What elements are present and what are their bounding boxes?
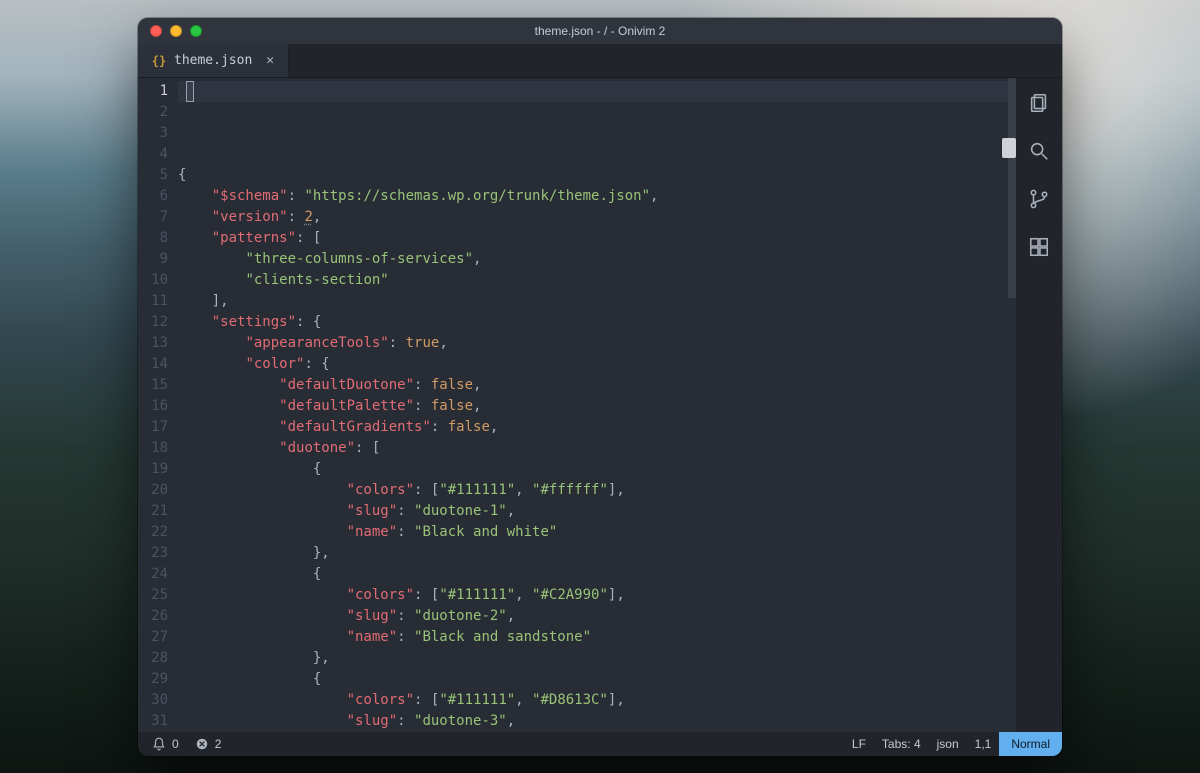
status-errors[interactable]: 2 [187,737,230,751]
line-number: 9 [138,249,178,270]
line-number: 31 [138,711,178,732]
status-bar: 0 2 LF Tabs: 4 json 1,1 Normal [138,732,1062,756]
line-number: 14 [138,354,178,375]
status-eol[interactable]: LF [844,737,874,751]
line-number: 29 [138,669,178,690]
line-number: 28 [138,648,178,669]
line-number: 20 [138,480,178,501]
status-lang[interactable]: json [929,737,967,751]
vim-mode-indicator[interactable]: Normal [999,732,1062,756]
line-number: 10 [138,270,178,291]
git-branch-icon[interactable] [1028,188,1050,210]
line-number: 23 [138,543,178,564]
traffic-lights [150,25,202,37]
status-notifications[interactable]: 0 [144,737,187,751]
line-number: 3 [138,123,178,144]
close-tab-icon[interactable]: ✕ [266,53,274,68]
file-tab[interactable]: {} theme.json ✕ [138,44,289,77]
code-lines: { "$schema": "https://schemas.wp.org/tru… [178,165,1016,732]
line-number: 24 [138,564,178,585]
line-number: 18 [138,438,178,459]
line-number: 22 [138,522,178,543]
line-number: 5 [138,165,178,186]
line-number: 30 [138,690,178,711]
close-window-button[interactable] [150,25,162,37]
line-number: 26 [138,606,178,627]
line-number: 15 [138,375,178,396]
file-tab-label: theme.json [174,53,252,68]
editor-body: 1234567891011121314151617181920212223242… [138,78,1062,732]
line-number: 2 [138,102,178,123]
current-line-highlight [178,81,1016,102]
line-number: 16 [138,396,178,417]
line-number: 12 [138,312,178,333]
line-number: 25 [138,585,178,606]
zoom-window-button[interactable] [190,25,202,37]
line-number: 1 [138,81,178,102]
line-number-gutter: 1234567891011121314151617181920212223242… [138,78,178,732]
code-viewport[interactable]: { "$schema": "https://schemas.wp.org/tru… [178,78,1016,732]
status-pos[interactable]: 1,1 [967,737,1000,751]
notifications-count: 0 [172,737,179,751]
minimap-viewport[interactable] [1002,138,1016,158]
extensions-icon[interactable] [1028,236,1050,258]
line-number: 17 [138,417,178,438]
line-number: 13 [138,333,178,354]
scroll-thumb[interactable] [1008,78,1016,298]
minimize-window-button[interactable] [170,25,182,37]
errors-count: 2 [215,737,222,751]
tab-bar: {} theme.json ✕ [138,44,1062,78]
editor-area[interactable]: 1234567891011121314151617181920212223242… [138,78,1016,732]
titlebar[interactable]: theme.json - / - Onivim 2 [138,18,1062,44]
json-file-icon: {} [152,54,166,68]
editor-window: theme.json - / - Onivim 2 {} theme.json … [138,18,1062,756]
line-number: 21 [138,501,178,522]
window-title: theme.json - / - Onivim 2 [138,24,1062,38]
line-number: 8 [138,228,178,249]
status-tabs[interactable]: Tabs: 4 [874,737,929,751]
line-number: 19 [138,459,178,480]
search-icon[interactable] [1028,140,1050,162]
line-number: 11 [138,291,178,312]
activity-bar [1016,78,1062,732]
files-icon[interactable] [1028,92,1050,114]
line-number: 7 [138,207,178,228]
line-number: 6 [138,186,178,207]
line-number: 4 [138,144,178,165]
line-number: 27 [138,627,178,648]
